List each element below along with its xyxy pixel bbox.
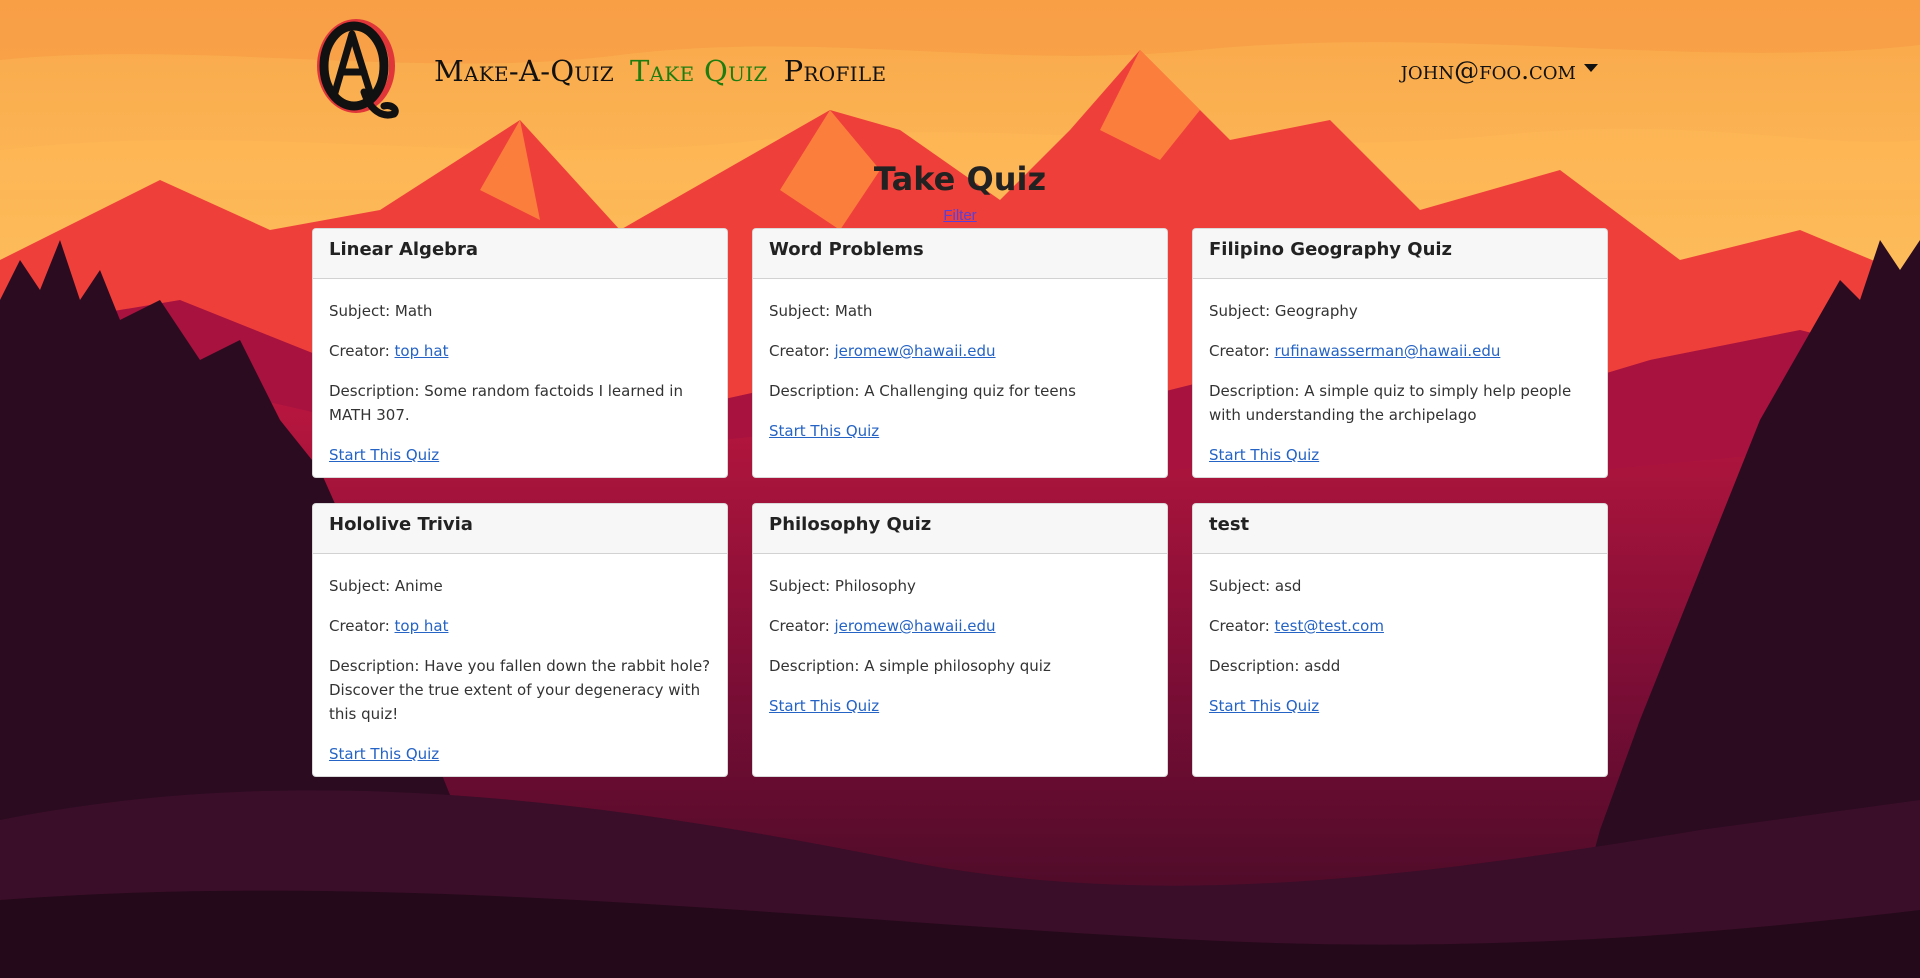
creator-link[interactable]: top hat [395, 342, 449, 360]
creator-link[interactable]: jeromew@hawaii.edu [835, 617, 996, 635]
caret-down-icon [1584, 63, 1598, 72]
nav-profile[interactable]: Profile [784, 54, 887, 88]
quiz-creator: Creator: jeromew@hawaii.edu [769, 617, 996, 635]
quiz-card: Philosophy Quiz Subject: Philosophy Crea… [752, 503, 1168, 777]
quiz-creator: Creator: test@test.com [1209, 617, 1384, 635]
nav-make-a-quiz[interactable]: Make-A-Quiz [434, 54, 614, 88]
user-dropdown[interactable]: john@foo.com [1401, 56, 1598, 85]
quiz-card-title: Word Problems [753, 229, 1167, 279]
start-quiz-link[interactable]: Start This Quiz [329, 446, 439, 464]
quiz-card: Linear Algebra Subject: Math Creator: to… [312, 228, 728, 478]
quiz-card: Word Problems Subject: Math Creator: jer… [752, 228, 1168, 478]
user-email: john@foo.com [1400, 56, 1576, 85]
quiz-description: Description: A simple philosophy quiz [769, 657, 1051, 675]
quiz-logo-icon[interactable] [312, 14, 402, 126]
quiz-description: Description: Some random factoids I lear… [329, 382, 683, 424]
quiz-creator: Creator: jeromew@hawaii.edu [769, 342, 996, 360]
quiz-card: Filipino Geography Quiz Subject: Geograp… [1192, 228, 1608, 478]
creator-link[interactable]: top hat [395, 617, 449, 635]
background-landscape [0, 0, 1920, 978]
nav-take-quiz[interactable]: Take Quiz [630, 54, 768, 88]
quiz-description: Description: asdd [1209, 657, 1341, 675]
quiz-creator: Creator: top hat [329, 617, 449, 635]
quiz-subject: Subject: Math [769, 302, 873, 320]
creator-link[interactable]: test@test.com [1275, 617, 1384, 635]
quiz-card-title: test [1193, 504, 1607, 554]
quiz-description: Description: A Challenging quiz for teen… [769, 382, 1076, 400]
quiz-subject: Subject: Philosophy [769, 577, 916, 595]
creator-link[interactable]: jeromew@hawaii.edu [835, 342, 996, 360]
quiz-subject: Subject: Math [329, 302, 433, 320]
quiz-card-title: Hololive Trivia [313, 504, 727, 554]
quiz-subject: Subject: asd [1209, 577, 1302, 595]
quiz-subject: Subject: Geography [1209, 302, 1358, 320]
creator-link[interactable]: rufinawasserman@hawaii.edu [1275, 342, 1501, 360]
page-title: Take Quiz [873, 160, 1047, 198]
quiz-card-title: Filipino Geography Quiz [1193, 229, 1607, 279]
filter-link[interactable]: Filter [0, 207, 1920, 224]
quiz-card-title: Philosophy Quiz [753, 504, 1167, 554]
start-quiz-link[interactable]: Start This Quiz [1209, 446, 1319, 464]
start-quiz-link[interactable]: Start This Quiz [329, 745, 439, 763]
start-quiz-link[interactable]: Start This Quiz [1209, 697, 1319, 715]
navbar: Make-A-Quiz Take Quiz Profile john@foo.c… [312, 14, 1608, 126]
quiz-description: Description: A simple quiz to simply hel… [1209, 382, 1572, 424]
quiz-creator: Creator: top hat [329, 342, 449, 360]
quiz-subject: Subject: Anime [329, 577, 443, 595]
quiz-card: Hololive Trivia Subject: Anime Creator: … [312, 503, 728, 777]
quiz-card-title: Linear Algebra [313, 229, 727, 279]
start-quiz-link[interactable]: Start This Quiz [769, 422, 879, 440]
quiz-description: Description: Have you fallen down the ra… [329, 657, 711, 723]
quiz-creator: Creator: rufinawasserman@hawaii.edu [1209, 342, 1501, 360]
nav-links: Make-A-Quiz Take Quiz Profile [434, 54, 886, 88]
start-quiz-link[interactable]: Start This Quiz [769, 697, 879, 715]
quiz-card: test Subject: asd Creator: test@test.com… [1192, 503, 1608, 777]
